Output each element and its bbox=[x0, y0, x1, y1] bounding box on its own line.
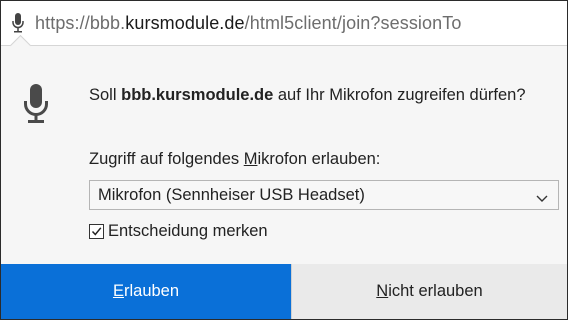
url-host: kursmodule.de bbox=[125, 12, 245, 33]
select-label-post: ikrofon erlauben: bbox=[257, 150, 381, 168]
permission-question: Soll bbb.kursmodule.de auf Ihr Mikrofon … bbox=[89, 83, 539, 107]
select-label-pre: Zugriff auf folgendes bbox=[89, 150, 244, 168]
permission-panel: Soll bbb.kursmodule.de auf Ihr Mikrofon … bbox=[1, 46, 567, 264]
question-suffix: auf Ihr Mikrofon zugreifen dürfen? bbox=[273, 86, 526, 104]
allow-button-label: Erlauben bbox=[113, 282, 179, 301]
question-host: bbb.kursmodule.de bbox=[121, 86, 274, 104]
allow-button[interactable]: Erlauben bbox=[1, 264, 291, 319]
deny-button-label: Nicht erlauben bbox=[376, 282, 482, 301]
selected-device: Mikrofon (Sennheiser USB Headset) bbox=[98, 185, 365, 204]
url-bar[interactable]: https://bbb.kursmodule.de/html5client/jo… bbox=[1, 1, 567, 46]
microphone-icon bbox=[23, 84, 49, 129]
select-label-accesskey: M bbox=[243, 150, 258, 168]
url-prefix: https://bbb. bbox=[35, 12, 126, 33]
microphone-select[interactable]: Mikrofon (Sennheiser USB Headset) bbox=[89, 180, 559, 210]
allow-accesskey: E bbox=[112, 282, 124, 300]
url-suffix: /html5client/join?sessionTo bbox=[244, 12, 462, 33]
deny-label-rest: icht erlauben bbox=[388, 282, 483, 300]
remember-checkbox[interactable] bbox=[89, 224, 104, 239]
chevron-down-icon bbox=[536, 189, 548, 208]
remember-decision[interactable]: Entscheidung merken bbox=[89, 222, 268, 241]
microphone-icon[interactable] bbox=[1, 13, 35, 33]
permission-dialog: https://bbb.kursmodule.de/html5client/jo… bbox=[0, 0, 568, 320]
allow-label-rest: rlauben bbox=[123, 282, 180, 300]
microphone-select-label: Zugriff auf folgendes Mikrofon erlauben: bbox=[89, 150, 380, 169]
url-text: https://bbb.kursmodule.de/html5client/jo… bbox=[35, 13, 461, 34]
question-prefix: Soll bbox=[89, 86, 122, 104]
deny-accesskey: N bbox=[376, 282, 389, 300]
remember-label[interactable]: Entscheidung merken bbox=[108, 222, 268, 241]
deny-button[interactable]: Nicht erlauben bbox=[291, 264, 567, 319]
